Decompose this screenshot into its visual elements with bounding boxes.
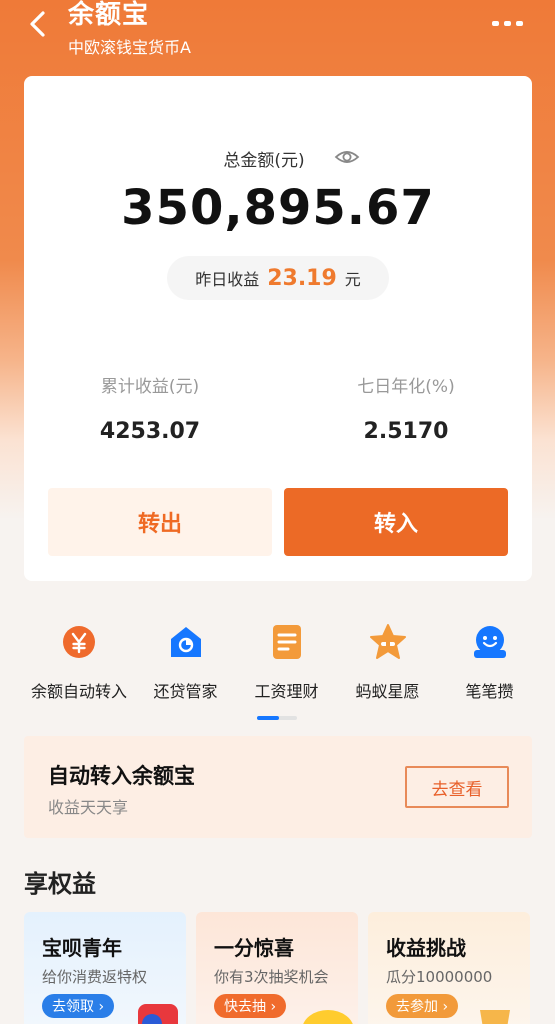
shortcut-grid: 余额自动转入 还贷管家 工资理财 蚂蚁星愿 笔笔攒 (0, 624, 555, 714)
benefit-title: 一分惊喜 (214, 936, 294, 960)
more-icon (492, 20, 499, 26)
cumulative-earnings[interactable]: 累计收益(元) 4253.07 (50, 372, 250, 444)
more-options-button[interactable] (492, 16, 532, 30)
join-button[interactable]: 去参加 › (386, 994, 459, 1018)
cumulative-earnings-label: 累计收益(元) (100, 377, 200, 397)
benefit-subtitle: 你有3次抽奖机会 (214, 968, 329, 986)
benefit-title: 收益挑战 (386, 936, 466, 960)
shortcut-pager (257, 716, 297, 720)
promo-illustration (138, 1004, 178, 1024)
seven-day-yield-value: 2.5170 (363, 419, 449, 444)
shortcut-salary-wealth[interactable]: 工资理财 (231, 624, 342, 702)
chevron-left-icon (30, 11, 45, 37)
seven-day-yield[interactable]: 七日年化(%) 2.5170 (306, 372, 506, 444)
gift-illustration (303, 1010, 353, 1024)
benefit-subtitle: 瓜分10000000 (386, 968, 493, 986)
benefit-card-challenge[interactable]: 收益挑战 瓜分10000000 去参加 › (368, 912, 530, 1024)
trophy-illustration (480, 1010, 510, 1024)
transfer-out-button[interactable]: 转出 (48, 488, 272, 556)
banner-title: 自动转入余额宝 (48, 764, 195, 788)
claim-button[interactable]: 去领取 › (42, 994, 115, 1018)
benefit-card-youth[interactable]: 宝呗青年 给你消费返特权 去领取 › (24, 912, 186, 1024)
view-button[interactable]: 去查看 (405, 766, 509, 808)
banner-subtitle: 收益天天享 (48, 798, 129, 817)
draw-button[interactable]: 快去抽 › (214, 994, 287, 1018)
seven-day-yield-label: 七日年化(%) (357, 377, 455, 397)
yesterday-earnings-value: 23.19 (267, 265, 337, 291)
document-icon (272, 625, 301, 659)
header: 余额宝 中欧滚钱宝货币A (0, 0, 555, 70)
smiley-icon (473, 626, 506, 658)
yesterday-earnings-unit: 元 (344, 270, 361, 289)
cumulative-earnings-value: 4253.07 (99, 419, 201, 444)
benefit-subtitle: 给你消费返特权 (42, 968, 148, 986)
total-amount-label: 总金额(元) (223, 151, 305, 171)
transfer-in-button[interactable]: 转入 (284, 488, 508, 556)
fund-name: 中欧滚钱宝货币A (68, 38, 191, 57)
benefit-title: 宝呗青年 (42, 936, 122, 960)
benefits-section-title: 享权益 (24, 870, 96, 898)
eye-icon[interactable] (334, 148, 360, 166)
yesterday-earnings[interactable]: 昨日收益 23.19 元 (167, 256, 389, 300)
yesterday-earnings-label: 昨日收益 (195, 270, 260, 289)
auto-transfer-banner[interactable]: 自动转入余额宝 收益天天享 去查看 (24, 736, 532, 838)
pager-active-indicator (257, 716, 279, 720)
shortcut-ant-wish[interactable]: 蚂蚁星愿 (332, 624, 443, 702)
benefit-card-surprise[interactable]: 一分惊喜 你有3次抽奖机会 快去抽 › (196, 912, 358, 1024)
star-icon (369, 624, 406, 659)
page-title: 余额宝 (68, 0, 150, 30)
back-button[interactable] (22, 6, 52, 42)
shortcut-loan-manager[interactable]: 还贷管家 (130, 624, 241, 702)
shortcut-auto-transfer[interactable]: 余额自动转入 (24, 624, 134, 702)
shortcut-save-every-payment[interactable]: 笔笔攒 (434, 624, 545, 702)
balance-card: 总金额(元) 350,895.67 昨日收益 23.19 元 累计收益(元) 4… (24, 76, 532, 581)
total-amount: 350,895.67 (121, 180, 435, 236)
yen-coin-icon (63, 626, 95, 658)
house-icon (170, 627, 201, 657)
